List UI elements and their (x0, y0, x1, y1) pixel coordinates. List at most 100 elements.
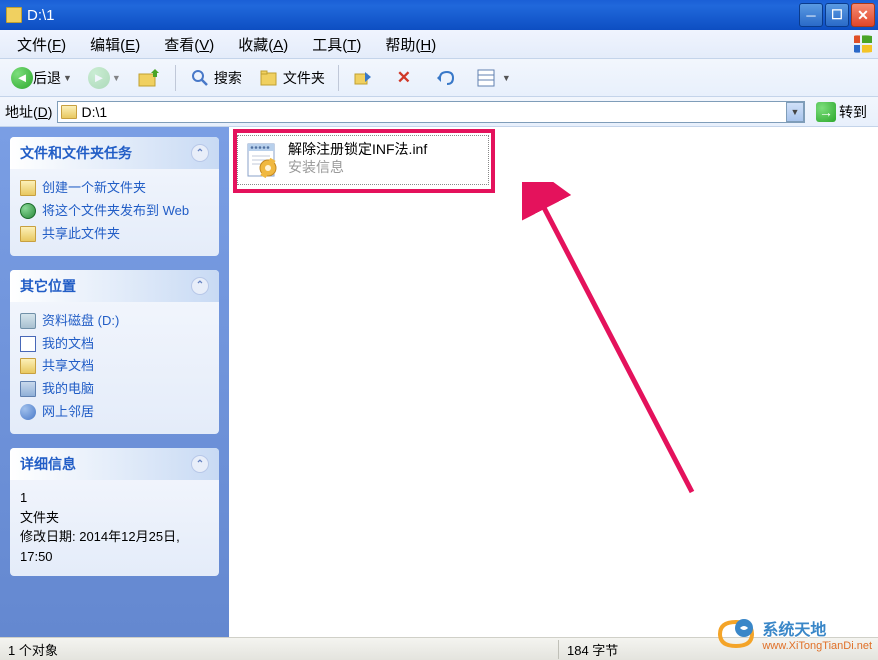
address-label: 地址(D) (5, 102, 52, 122)
close-button[interactable]: ✕ (851, 3, 875, 27)
task-label: 将这个文件夹发布到 Web (42, 203, 189, 220)
undo-button[interactable] (428, 64, 465, 92)
windows-logo-icon (852, 33, 874, 55)
inf-file-icon (242, 140, 282, 180)
watermark-url: www.XiTongTianDi.net (762, 640, 872, 652)
task-publish[interactable]: 将这个文件夹发布到 Web (20, 200, 209, 223)
panel-tasks-header[interactable]: 文件和文件夹任务 ⌃ (10, 137, 219, 169)
panel-other-header[interactable]: 其它位置 ⌃ (10, 270, 219, 302)
up-button[interactable] (131, 64, 168, 92)
panel-details: 详细信息 ⌃ 1 文件夹 修改日期: 2014年12月25日, 17:50 (10, 448, 219, 576)
watermark-icon (716, 614, 756, 654)
search-label: 搜索 (214, 68, 242, 88)
back-icon: ◄ (11, 67, 33, 89)
undo-icon (434, 67, 456, 89)
views-icon (475, 67, 497, 89)
panel-details-title: 详细信息 (20, 454, 76, 474)
panel-details-body: 1 文件夹 修改日期: 2014年12月25日, 17:50 (10, 480, 219, 576)
views-button[interactable]: ▼ (469, 64, 517, 92)
chevron-up-icon: ⌃ (191, 277, 209, 295)
panel-tasks: 文件和文件夹任务 ⌃ 创建一个新文件夹 将这个文件夹发布到 Web 共享此文件夹 (10, 137, 219, 256)
panel-other-title: 其它位置 (20, 276, 76, 296)
file-type: 安装信息 (288, 158, 427, 176)
panel-other-body: 资料磁盘 (D:) 我的文档 共享文档 我的电脑 网上邻居 (10, 302, 219, 434)
menu-edit[interactable]: 编辑(E) (78, 30, 152, 59)
sidebar: 文件和文件夹任务 ⌃ 创建一个新文件夹 将这个文件夹发布到 Web 共享此文件夹 (0, 127, 229, 637)
place-label: 共享文档 (42, 358, 94, 375)
menu-file[interactable]: 文件(F) (5, 30, 78, 59)
delete-icon: ✕ (393, 67, 415, 89)
place-drive-d[interactable]: 资料磁盘 (D:) (20, 310, 209, 333)
detail-type: 文件夹 (20, 508, 209, 528)
place-my-documents[interactable]: 我的文档 (20, 333, 209, 356)
file-item[interactable]: 解除注册锁定INF法.inf 安装信息 (237, 135, 489, 185)
task-share[interactable]: 共享此文件夹 (20, 223, 209, 246)
detail-name: 1 (20, 488, 209, 508)
drive-icon (20, 313, 36, 329)
file-text: 解除注册锁定INF法.inf 安装信息 (288, 140, 427, 180)
computer-icon (20, 381, 36, 397)
main-area: 文件和文件夹任务 ⌃ 创建一个新文件夹 将这个文件夹发布到 Web 共享此文件夹 (0, 127, 878, 637)
watermark: 系统天地 www.XiTongTianDi.net (716, 614, 872, 654)
file-name: 解除注册锁定INF法.inf (288, 140, 427, 158)
window-titlebar: D:\1 ─ ☐ ✕ (0, 0, 878, 30)
place-shared-documents[interactable]: 共享文档 (20, 355, 209, 378)
menu-help[interactable]: 帮助(H) (373, 30, 448, 59)
document-icon (20, 336, 36, 352)
delete-button[interactable]: ✕ (387, 64, 424, 92)
search-icon (189, 67, 211, 89)
address-dropdown[interactable]: ▼ (786, 102, 804, 122)
go-button[interactable]: → 转到 (810, 100, 873, 124)
task-new-folder[interactable]: 创建一个新文件夹 (20, 177, 209, 200)
separator (338, 65, 339, 91)
task-label: 创建一个新文件夹 (42, 180, 146, 197)
address-input[interactable]: D:\1 ▼ (57, 101, 805, 123)
status-objects: 1 个对象 (0, 640, 558, 659)
toolbar: ◄ 后退 ▼ ► ▼ 搜索 文件夹 ✕ (0, 59, 878, 97)
minimize-button[interactable]: ─ (799, 3, 823, 27)
menu-favorites[interactable]: 收藏(A) (226, 30, 300, 59)
menubar: 文件(F) 编辑(E) 查看(V) 收藏(A) 工具(T) 帮助(H) (0, 30, 878, 59)
place-label: 我的电脑 (42, 381, 94, 398)
search-button[interactable]: 搜索 (183, 64, 248, 92)
place-label: 资料磁盘 (D:) (42, 313, 119, 330)
menu-tools[interactable]: 工具(T) (300, 30, 373, 59)
forward-button[interactable]: ► ▼ (82, 64, 127, 92)
content-area[interactable]: 解除注册锁定INF法.inf 安装信息 (229, 127, 878, 637)
go-label: 转到 (839, 102, 867, 122)
share-icon (20, 226, 36, 242)
chevron-up-icon: ⌃ (191, 455, 209, 473)
window-controls: ─ ☐ ✕ (797, 3, 875, 27)
panel-tasks-title: 文件和文件夹任务 (20, 143, 132, 163)
menu-view[interactable]: 查看(V) (152, 30, 226, 59)
network-icon (20, 404, 36, 420)
place-network[interactable]: 网上邻居 (20, 401, 209, 424)
chevron-down-icon[interactable]: ▼ (63, 73, 72, 83)
place-my-computer[interactable]: 我的电脑 (20, 378, 209, 401)
folders-button[interactable]: 文件夹 (252, 64, 331, 92)
window-title: D:\1 (27, 7, 797, 24)
folder-new-icon (20, 180, 36, 196)
back-label: 后退 (33, 68, 61, 88)
move-button[interactable] (346, 64, 383, 92)
chevron-down-icon[interactable]: ▼ (112, 73, 121, 83)
folders-icon (258, 67, 280, 89)
addressbar: 地址(D) D:\1 ▼ → 转到 (0, 97, 878, 127)
forward-icon: ► (88, 67, 110, 89)
panel-other-places: 其它位置 ⌃ 资料磁盘 (D:) 我的文档 共享文档 我的电脑 (10, 270, 219, 434)
panel-details-header[interactable]: 详细信息 ⌃ (10, 448, 219, 480)
task-label: 共享此文件夹 (42, 226, 120, 243)
watermark-text: 系统天地 (762, 616, 872, 640)
chevron-up-icon: ⌃ (191, 144, 209, 162)
place-label: 我的文档 (42, 336, 94, 353)
maximize-button[interactable]: ☐ (825, 3, 849, 27)
folders-label: 文件夹 (283, 68, 325, 88)
chevron-down-icon[interactable]: ▼ (502, 73, 511, 83)
address-path: D:\1 (81, 104, 786, 120)
back-button[interactable]: ◄ 后退 ▼ (5, 64, 78, 92)
separator (175, 65, 176, 91)
place-label: 网上邻居 (42, 404, 94, 421)
globe-icon (20, 203, 36, 219)
detail-modified: 修改日期: 2014年12月25日, 17:50 (20, 527, 209, 566)
move-icon (352, 67, 374, 89)
